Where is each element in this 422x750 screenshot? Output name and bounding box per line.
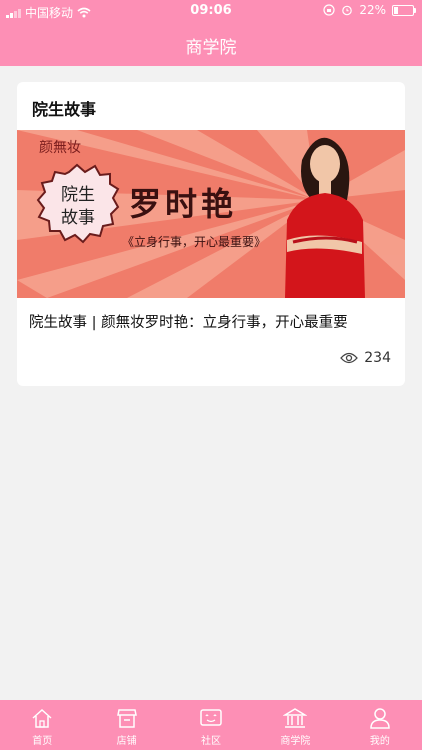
- tab-shop-label: 店铺: [116, 736, 137, 747]
- page-title: 商学院: [185, 38, 237, 58]
- community-icon: [200, 709, 222, 726]
- battery-icon: [392, 4, 416, 16]
- badge-line-2: 故事: [61, 208, 95, 228]
- view-count: 234: [340, 350, 391, 366]
- academy-icon: [283, 708, 308, 728]
- article-banner[interactable]: 颜無妆 院生 故事 罗时艳 《立身行事，开心最重要》: [17, 130, 405, 298]
- tab-community[interactable]: 社区: [169, 700, 253, 750]
- tab-community-label: 社区: [201, 736, 222, 747]
- article-title[interactable]: 院生故事 | 颜無妆罗时艳：立身行事，开心最重要: [29, 311, 348, 332]
- tab-academy[interactable]: 商学院: [253, 700, 337, 750]
- profile-icon: [370, 708, 390, 729]
- bottom-tab-bar: 首页 店铺 社区 商学院 我的: [0, 700, 422, 750]
- tab-home-label: 首页: [32, 736, 53, 747]
- view-count-value: 234: [364, 350, 391, 366]
- banner-name: 罗时艳: [129, 185, 237, 223]
- battery-percent: 22%: [359, 3, 386, 17]
- shop-icon: [116, 709, 137, 728]
- eye-icon: [340, 352, 359, 364]
- tab-profile[interactable]: 我的: [338, 700, 422, 750]
- tab-academy-label: 商学院: [280, 736, 311, 747]
- brand-logo-text: 颜無妆: [39, 140, 81, 156]
- banner-quote: 《立身行事，开心最重要》: [122, 234, 266, 249]
- badge-line-1: 院生: [61, 185, 95, 205]
- top-bar: 中国移动 09:06 22% 商学院: [0, 0, 422, 66]
- story-card[interactable]: 院生故事 颜無妆 院生 故事 罗时艳 《立身行事，开心最重要》 院生故事 | 颜…: [17, 82, 405, 386]
- tab-home[interactable]: 首页: [0, 700, 84, 750]
- alarm-icon: [342, 5, 353, 16]
- tab-shop[interactable]: 店铺: [84, 700, 168, 750]
- status-bar: 中国移动 09:06 22%: [0, 0, 422, 22]
- home-icon: [32, 708, 52, 728]
- section-title: 院生故事: [32, 100, 97, 119]
- tab-profile-label: 我的: [369, 736, 390, 747]
- rotation-lock-icon: [323, 4, 335, 16]
